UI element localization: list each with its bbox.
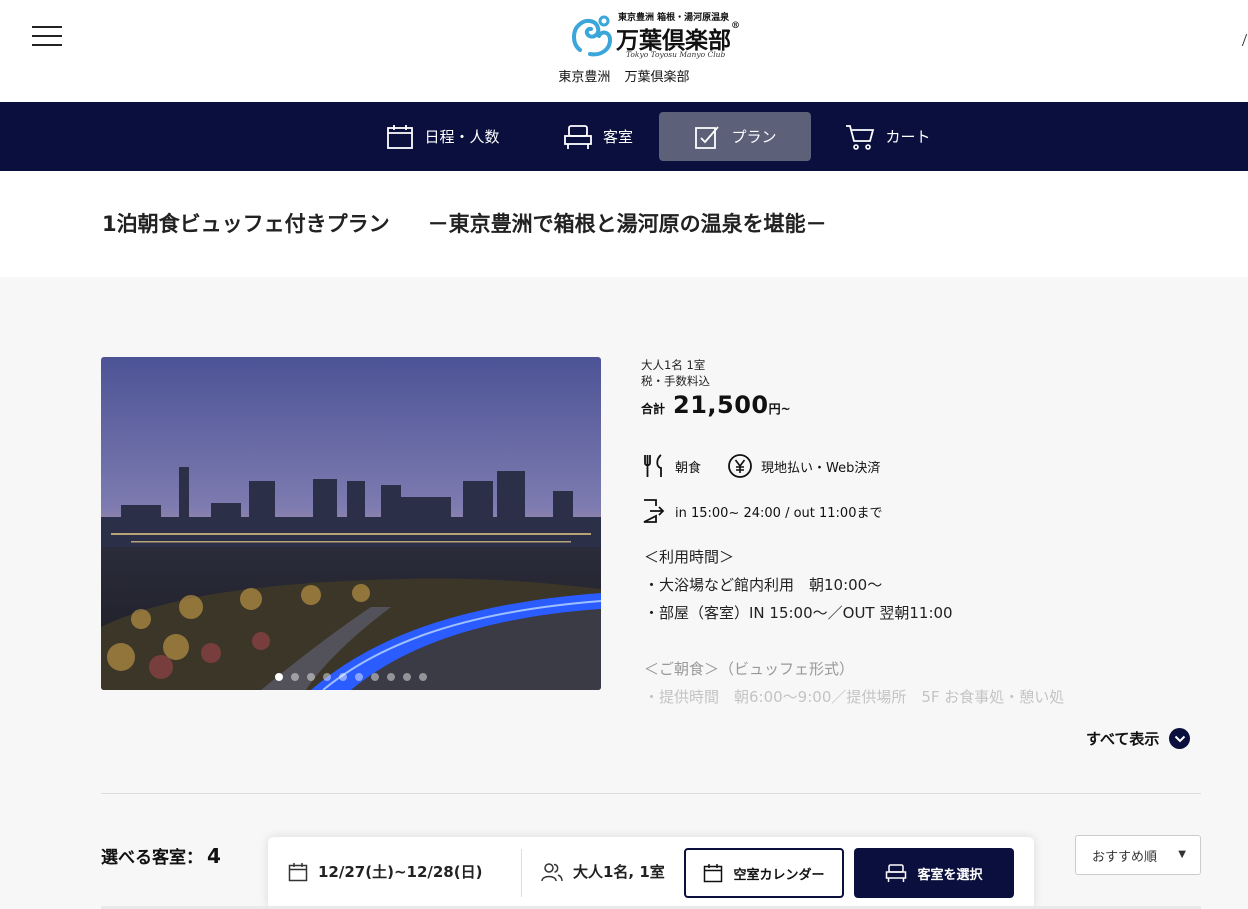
slider-dot[interactable] [419,673,427,681]
price-unit: 円~ [768,402,791,416]
calendar-button-label: 空室カレンダー [733,867,825,883]
plan-photo-slider[interactable] [101,357,601,690]
wave-logo-icon [572,15,613,57]
slider-dot[interactable] [323,673,331,681]
fork-knife-icon [644,454,662,477]
show-all-button[interactable]: すべて表示 [1086,728,1191,749]
tab-label: カート [885,128,931,146]
select-room-label: 客室を選択 [917,867,983,883]
section-divider [101,793,1201,794]
edge-mark [1241,34,1248,46]
menu-icon[interactable] [32,26,62,46]
calendar-icon [387,124,414,149]
bar-separator [521,849,522,897]
slider-dot[interactable] [387,673,395,681]
desc-line: ＜ご朝食＞（ビュッフェ形式） [644,660,855,678]
cart-icon [846,124,875,150]
desc-line: ・提供時間 朝6:00～9:00／提供場所 5F お食事処・憩い処 [644,688,1065,706]
occupancy: 大人1名 1室 [641,358,706,372]
calendar-icon [288,862,308,881]
checkin-label: in 15:00~ 24:00 / out 11:00まで [675,505,883,521]
selectable-rooms-count: 選べる客室： 4 [101,844,221,868]
price-total: 合計 21,500 円~ [641,391,1201,419]
slider-dot[interactable] [307,673,315,681]
site-name: 東京豊洲 万葉倶楽部 [558,70,690,85]
payment-label: 現地払い・Web決済 [761,460,881,476]
site-logo[interactable]: 東京豊洲 箱根・湯河原温泉 万葉倶楽部® Tokyo Toyosu Manyo … [570,8,740,60]
tab-label: プラン [731,128,777,146]
desc-line: ・部屋（客室）IN 15:00～／OUT 翌朝11:00 [644,604,953,622]
bed-icon [564,124,592,149]
tab-cart[interactable]: カート [843,112,933,161]
guest-count[interactable]: 大人1名, 1室 [541,861,665,882]
slider-dot[interactable] [275,673,283,681]
slider-dot[interactable] [291,673,299,681]
slider-dot[interactable] [403,673,411,681]
chevron-down-icon [1169,728,1191,749]
tab-schedule[interactable]: 日程・人数 [373,112,513,161]
show-all-label: すべて表示 [1086,730,1160,748]
select-room-button[interactable]: 客室を選択 [854,848,1014,898]
door-exit-icon [643,499,665,523]
price-value: 21,500 [673,391,769,419]
payment-feature: 現地払い・Web決済 [727,453,880,479]
sort-select[interactable]: おすすめ順 ▼ [1075,835,1201,875]
slider-dots [101,673,601,681]
checkin-time: in 15:00~ 24:00 / out 11:00まで [641,498,882,524]
plan-subtitle: －東京豊洲で箱根と湯河原の温泉を堪能－ [427,212,827,236]
price-label: 合計 [641,402,666,416]
site-header: 東京豊洲 箱根・湯河原温泉 万葉倶楽部® Tokyo Toyosu Manyo … [0,0,1248,102]
sort-value: おすすめ順 [1092,849,1158,865]
bed-icon [886,864,907,882]
logo-english: Tokyo Toyosu Manyo Club [626,50,726,59]
yen-icon [728,454,752,478]
booking-bar: 12/27(土)~12/28(日) 大人1名, 1室 空室カレンダー 客室を選択 [268,837,1034,909]
stay-dates[interactable]: 12/27(土)~12/28(日) [288,861,482,882]
slider-dot[interactable] [339,673,347,681]
tab-label: 客室 [602,128,633,146]
tax-note: 税・手数料込 [641,374,710,388]
desc-line: ・大浴場など館内利用 朝10:00～ [644,576,883,594]
availability-calendar-button[interactable]: 空室カレンダー [684,848,844,898]
caret-down-icon: ▼ [1178,849,1186,860]
meal-label: 朝食 [675,460,702,476]
night-city-rooftop-photo [101,357,601,690]
tab-rooms[interactable]: 客室 [553,112,643,161]
booking-steps-nav: 日程・人数 客室 プラン カート [0,102,1248,171]
slider-dot[interactable] [371,673,379,681]
plan-title: 1泊朝食ビュッフェ付きプラン －東京豊洲で箱根と湯河原の温泉を堪能－ [102,212,827,236]
dates-label: 12/27(土)~12/28(日) [318,863,483,881]
desc-line: ＜利用時間＞ [644,548,735,566]
users-icon [541,862,563,881]
tab-label: 日程・人数 [424,128,500,146]
calendar-icon [704,864,723,883]
slider-dot[interactable] [355,673,363,681]
plan-description: ＜利用時間＞ ・大浴場など館内利用 朝10:00～ ・部屋（客室）IN 15:0… [644,543,1201,711]
plan-check-icon [695,125,720,149]
plan-info: 大人1名 1室 税・手数料込 合計 21,500 円~ 朝食 現地払い・Web決… [641,357,1201,706]
meal-feature: 朝食 [641,453,701,479]
guests-label: 大人1名, 1室 [573,863,665,881]
plan-features: 朝食 現地払い・Web決済 [641,453,906,479]
tab-plan[interactable]: プラン [659,112,811,161]
